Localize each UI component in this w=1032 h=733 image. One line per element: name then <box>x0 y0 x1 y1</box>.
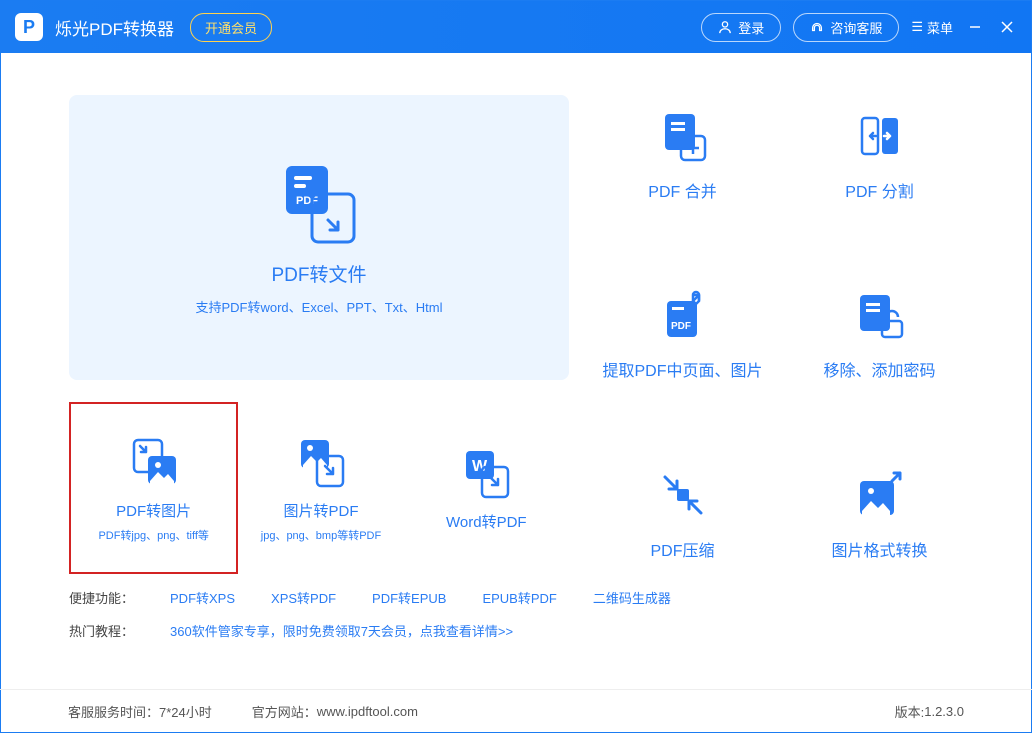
image-convert-icon <box>852 467 908 523</box>
word-to-pdf-icon: W <box>458 445 514 501</box>
service-time-value: 7*24小时 <box>159 702 212 721</box>
pdf-compress-icon <box>655 467 711 523</box>
login-label: 登录 <box>738 18 764 37</box>
shortcuts-row: 便捷功能： PDF转XPS XPS转PDF PDF转EPUB EPUB转PDF … <box>69 588 963 607</box>
pdf-split-card[interactable]: PDF 分割 <box>796 95 963 215</box>
title-bar: P 烁光PDF转换器 开通会员 登录 咨询客服 ☰ 菜单 <box>1 1 1031 53</box>
service-time-label: 客服服务时间： <box>68 702 159 721</box>
quick-link[interactable]: EPUB转PDF <box>482 588 556 607</box>
app-logo-icon: P <box>15 13 43 41</box>
footer: 客服服务时间： 7*24小时 官方网站： www.ipdftool.com 版本… <box>0 689 1032 733</box>
svg-text:PDF: PDF <box>296 195 318 207</box>
card-title: Word转PDF <box>446 511 527 532</box>
pdf-password-card[interactable]: 移除、添加密码 <box>796 275 963 395</box>
minimize-button[interactable] <box>965 17 985 37</box>
image-to-pdf-icon <box>293 434 349 490</box>
card-sub: PDF转jpg、png、tiff等 <box>98 527 208 543</box>
pdf-merge-icon <box>655 108 711 164</box>
tutorials-label: 热门教程： <box>69 621 134 640</box>
card-title: 提取PDF中页面、图片 <box>602 357 762 381</box>
pdf-password-icon <box>852 287 908 343</box>
site-value: www.ipdftool.com <box>317 704 418 719</box>
pdf-to-file-card[interactable]: PDF PDF转文件 支持PDF转word、Excel、PPT、Txt、Html <box>69 95 569 380</box>
pdf-to-image-card[interactable]: PDF转图片 PDF转jpg、png、tiff等 <box>69 402 238 574</box>
vip-button[interactable]: 开通会员 <box>190 13 272 42</box>
service-label: 咨询客服 <box>830 18 882 37</box>
shortcuts-label: 便捷功能： <box>69 588 134 607</box>
login-button[interactable]: 登录 <box>701 13 781 42</box>
app-title: 烁光PDF转换器 <box>55 15 174 40</box>
pdf-extract-card[interactable]: PDF 提取PDF中页面、图片 <box>599 275 766 395</box>
card-title: PDF压缩 <box>650 537 714 561</box>
image-convert-card[interactable]: 图片格式转换 <box>796 454 963 574</box>
hero-subtitle: 支持PDF转word、Excel、PPT、Txt、Html <box>195 297 442 316</box>
menu-button[interactable]: ☰ 菜单 <box>911 18 953 37</box>
card-title: 图片格式转换 <box>831 537 927 561</box>
card-title: PDF转图片 <box>116 500 191 521</box>
quick-link[interactable]: PDF转EPUB <box>372 588 446 607</box>
card-title: 移除、添加密码 <box>823 357 935 381</box>
quick-link[interactable]: PDF转XPS <box>170 588 235 607</box>
card-title: PDF 合并 <box>648 178 716 202</box>
hero-title: PDF转文件 <box>271 260 366 287</box>
tutorials-row: 热门教程： 360软件管家专享，限时免费领取7天会员，点我查看详情>> <box>69 621 963 640</box>
pdf-to-image-icon <box>126 434 182 490</box>
hamburger-icon: ☰ <box>911 19 923 35</box>
card-sub: jpg、png、bmp等转PDF <box>261 527 381 543</box>
svg-text:PDF: PDF <box>671 321 691 332</box>
user-icon <box>718 20 732 34</box>
pdf-extract-icon: PDF <box>655 287 711 343</box>
version-label: 版本: <box>895 702 925 721</box>
row3: PDF转图片 PDF转jpg、png、tiff等 图片转PDF jpg、png、… <box>69 402 569 574</box>
pdf-split-icon <box>852 108 908 164</box>
word-to-pdf-card[interactable]: W Word转PDF <box>404 402 569 574</box>
customer-service-button[interactable]: 咨询客服 <box>793 13 899 42</box>
image-to-pdf-card[interactable]: 图片转PDF jpg、png、bmp等转PDF <box>238 402 403 574</box>
close-button[interactable] <box>997 17 1017 37</box>
card-title: PDF 分割 <box>845 178 913 202</box>
pdf-merge-card[interactable]: PDF 合并 <box>599 95 766 215</box>
menu-label: 菜单 <box>927 18 953 37</box>
quick-link[interactable]: XPS转PDF <box>271 588 336 607</box>
quick-link[interactable]: 二维码生成器 <box>593 588 671 607</box>
tutorial-link[interactable]: 360软件管家专享，限时免费领取7天会员，点我查看详情>> <box>170 621 513 640</box>
pdf-to-file-icon: PDF <box>276 160 362 246</box>
pdf-compress-card[interactable]: PDF压缩 <box>599 454 766 574</box>
card-title: 图片转PDF <box>283 500 358 521</box>
headset-icon <box>810 20 824 34</box>
site-label: 官方网站： <box>252 702 317 721</box>
version-value: 1.2.3.0 <box>924 704 964 719</box>
